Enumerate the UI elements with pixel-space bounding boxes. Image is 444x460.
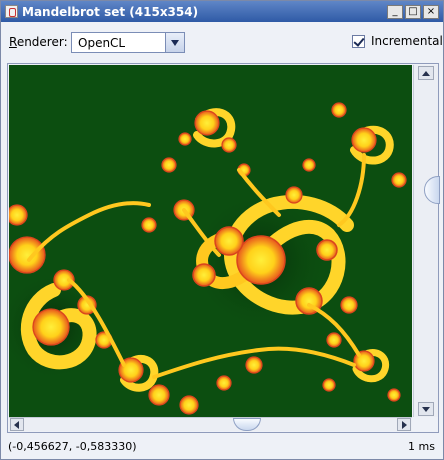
title-bar[interactable]: Mandelbrot set (415x354) _ □ × [1,1,443,22]
horizontal-scrollbar[interactable] [9,417,412,431]
fractal-scroll-pane [7,63,440,433]
chevron-down-icon[interactable] [165,33,184,52]
vertical-scrollbar[interactable] [413,65,440,417]
cursor-coordinates: (-0,456627, -0,583330) [8,440,137,453]
scroll-down-arrow-icon[interactable] [418,402,434,416]
minimize-button[interactable]: _ [387,4,403,19]
render-time: 1 ms [408,440,435,453]
toolbar: Renderer: OpenCL Incremental [1,23,443,61]
renderer-selected-value: OpenCL [78,36,126,50]
scroll-left-arrow-icon[interactable] [10,418,24,431]
horizontal-scroll-thumb[interactable] [233,418,261,431]
incremental-checkbox[interactable] [352,34,365,48]
scroll-right-arrow-icon[interactable] [397,418,411,431]
incremental-label: Incremental [371,34,443,48]
renderer-label: Renderer: [9,35,68,49]
app-window: Mandelbrot set (415x354) _ □ × Renderer:… [0,0,444,460]
close-icon: × [426,5,436,17]
minimize-icon: _ [392,5,398,17]
maximize-icon: □ [408,5,418,17]
close-button[interactable]: × [423,4,439,19]
window-title: Mandelbrot set (415x354) [22,4,199,19]
renderer-select[interactable]: OpenCL [71,32,185,53]
maximize-button[interactable]: □ [405,4,421,19]
java-cup-icon[interactable] [5,5,18,18]
status-bar: (-0,456627, -0,583330) 1 ms [1,434,443,459]
vertical-scroll-thumb[interactable] [424,176,440,204]
scroll-up-arrow-icon[interactable] [418,66,434,80]
incremental-toggle[interactable]: Incremental [352,34,443,48]
mandelbrot-canvas[interactable] [9,65,412,417]
mandelbrot-image [9,65,412,417]
window-controls: _ □ × [385,4,439,19]
